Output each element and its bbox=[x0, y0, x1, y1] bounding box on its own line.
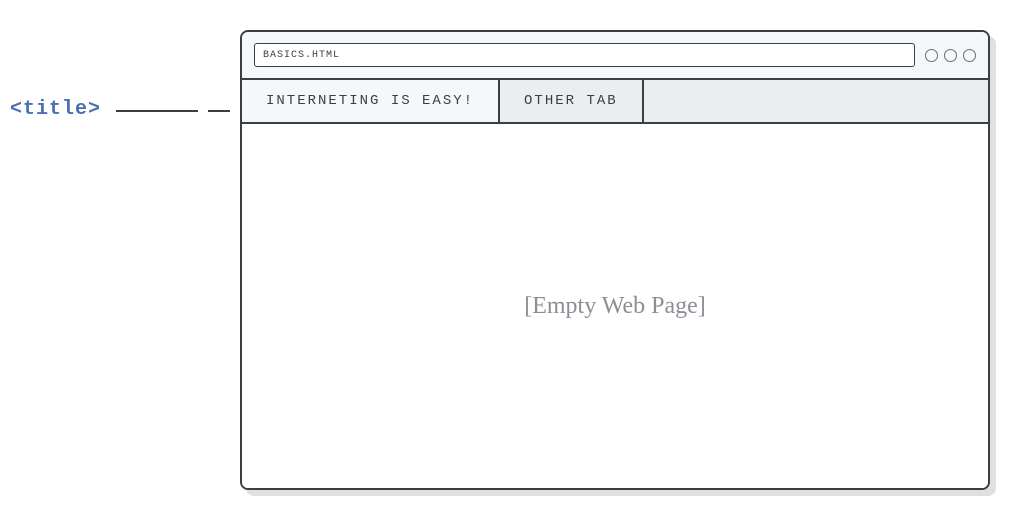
annotation-title-tag: <title> bbox=[10, 98, 101, 121]
browser-chrome-top: BASICS.HTML bbox=[242, 32, 988, 80]
tab-label: INTERNETING IS EASY! bbox=[266, 93, 474, 109]
window-control-circle-icon[interactable] bbox=[944, 49, 957, 62]
annotation-leader-line bbox=[116, 110, 198, 112]
tab-strip: INTERNETING IS EASY! OTHER TAB bbox=[242, 80, 988, 124]
empty-page-placeholder: [Empty Web Page] bbox=[524, 293, 706, 320]
window-control-circle-icon[interactable] bbox=[925, 49, 938, 62]
annotation-leader-line bbox=[208, 110, 230, 112]
window-controls bbox=[925, 49, 976, 62]
tab-other[interactable]: OTHER TAB bbox=[500, 80, 644, 122]
window-control-circle-icon[interactable] bbox=[963, 49, 976, 62]
browser-viewport: [Empty Web Page] bbox=[242, 124, 988, 488]
tab-active[interactable]: INTERNETING IS EASY! bbox=[242, 80, 500, 122]
browser-window: BASICS.HTML INTERNETING IS EASY! OTHER T… bbox=[240, 30, 990, 490]
tab-label: OTHER TAB bbox=[524, 93, 618, 109]
url-bar[interactable]: BASICS.HTML bbox=[254, 43, 915, 67]
